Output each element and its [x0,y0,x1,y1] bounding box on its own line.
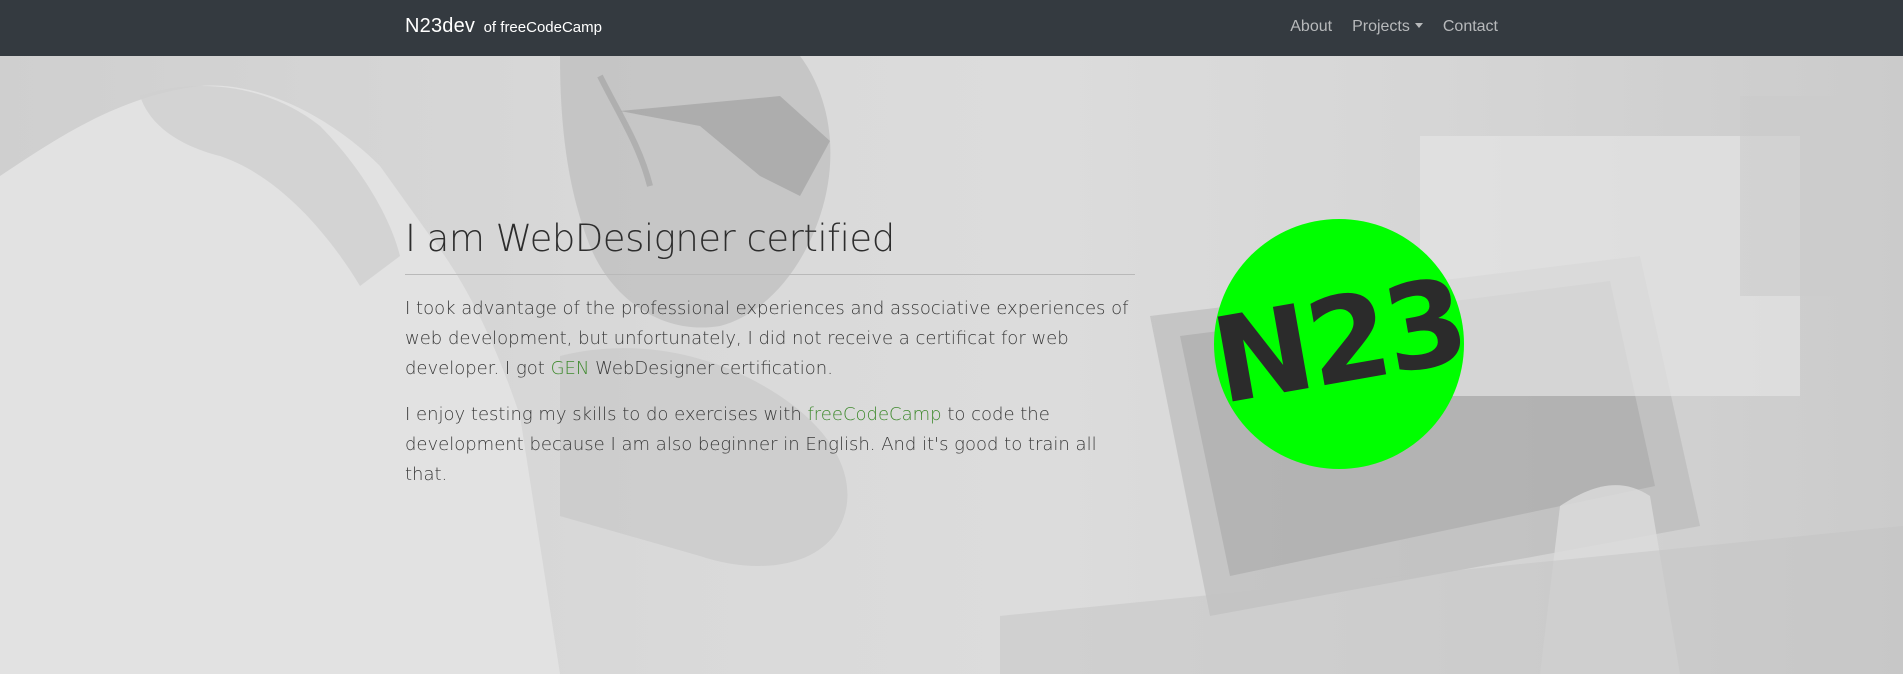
freecodecamp-link[interactable]: freeCodeCamp [807,404,941,425]
fcc-paragraph: I enjoy testing my skills to do exercise… [405,400,1135,490]
intro-text-after: WebDesigner certification. [589,358,833,379]
nav-link-projects-label: Projects [1352,18,1410,35]
nav-link-about[interactable]: About [1280,18,1342,36]
brand-suffix: of freeCodeCamp [483,19,602,36]
gen-link[interactable]: GEN [551,358,590,379]
brand-link[interactable]: N23dev of freeCodeCamp [405,15,602,38]
nav-link-contact[interactable]: Contact [1433,18,1508,36]
brand-name: N23dev [405,15,476,37]
nav-link-projects[interactable]: Projects [1342,18,1433,36]
n23-logo: N23 [1214,219,1464,469]
page: N23dev of freeCodeCamp About Projects Co… [0,0,1903,674]
intro-paragraph: I took advantage of the professional exp… [405,294,1135,384]
fcc-text-before: I enjoy testing my skills to do exercise… [405,404,808,425]
top-navbar: N23dev of freeCodeCamp About Projects Co… [0,0,1903,56]
hero-content: I am WebDesigner certified I took advant… [405,217,1135,490]
page-title: I am WebDesigner certified [405,217,1135,275]
chevron-down-icon [1414,23,1423,28]
nav-links: About Projects Contact [1280,18,1508,36]
